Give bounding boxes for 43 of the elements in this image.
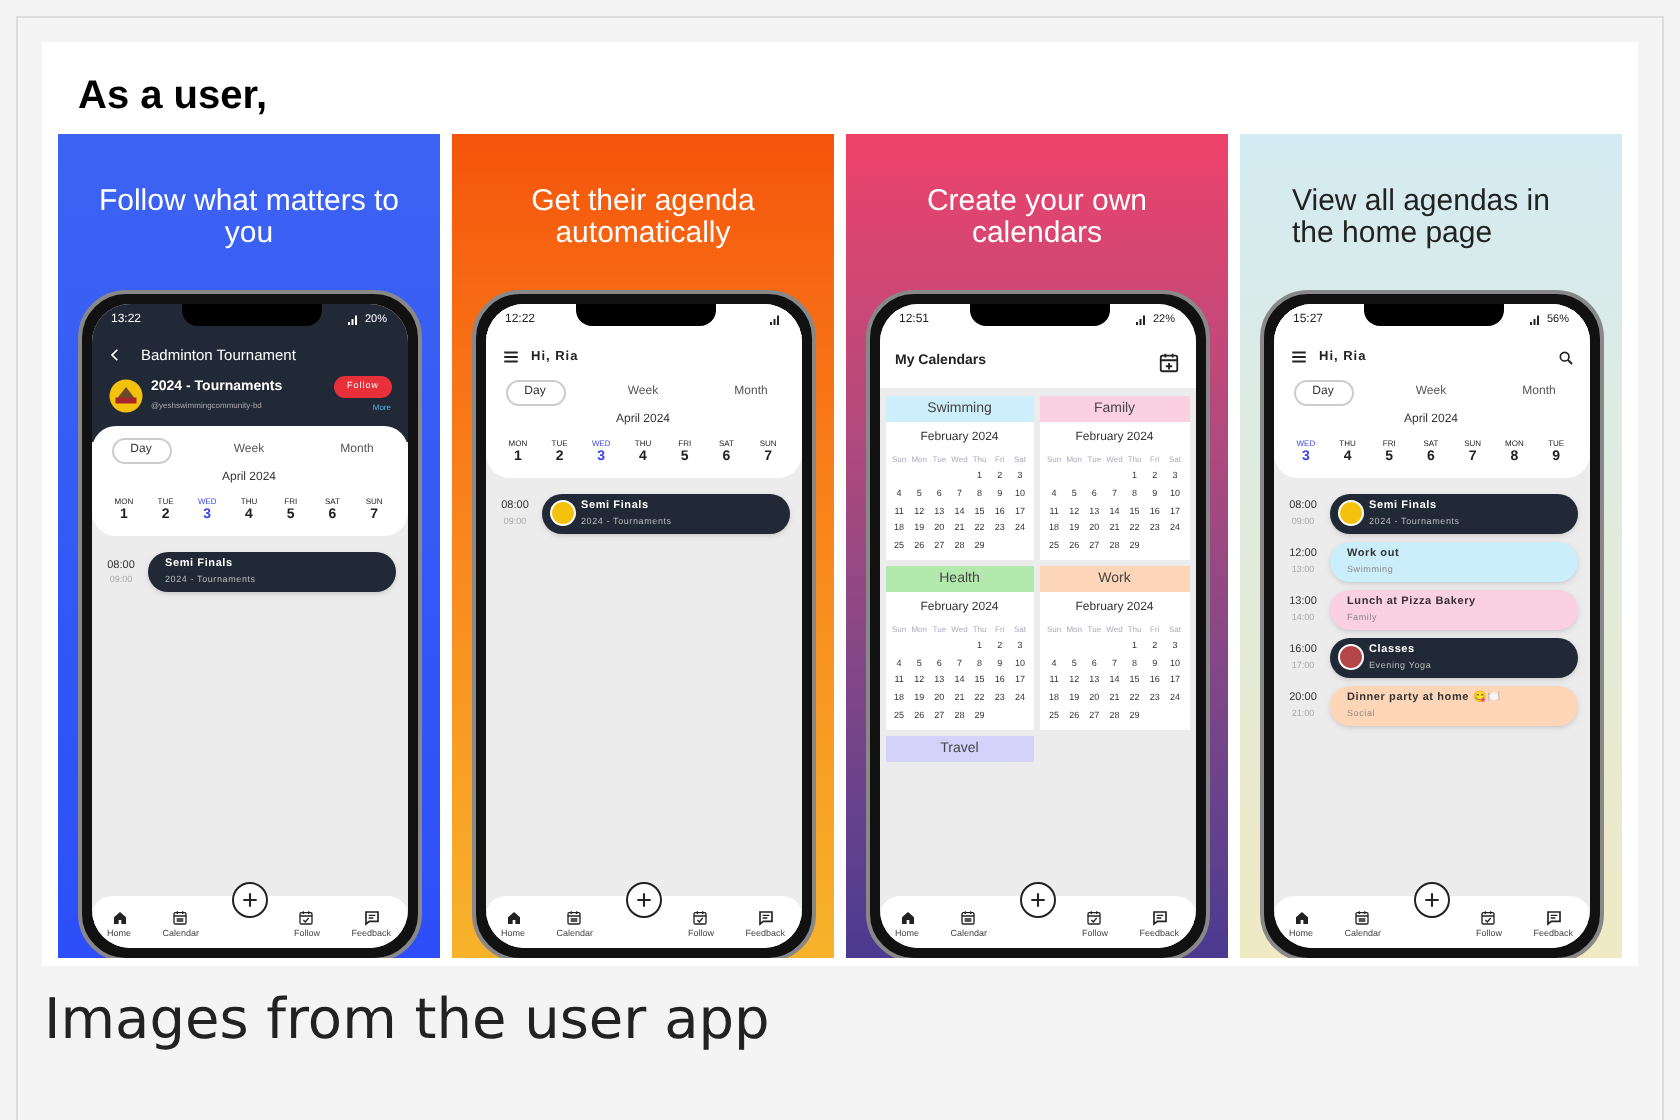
calendar-check-icon xyxy=(1480,910,1497,927)
home-icon xyxy=(1293,910,1309,927)
calendar-add-icon xyxy=(1157,351,1179,373)
calendar-icon xyxy=(960,910,977,927)
headline: Create your own calendars xyxy=(924,186,1150,250)
chat-icon xyxy=(1545,910,1562,927)
calendar-check-icon xyxy=(692,910,709,927)
badminton-logo-icon xyxy=(107,377,143,414)
calendar-check-icon xyxy=(298,910,315,927)
phone-notch xyxy=(181,304,321,326)
chat-icon xyxy=(757,910,774,927)
home-icon xyxy=(899,910,915,927)
home-icon xyxy=(111,910,127,927)
plus-icon xyxy=(239,890,259,910)
plus-icon xyxy=(1027,890,1047,910)
chat-icon xyxy=(1151,910,1168,927)
plus-icon xyxy=(633,890,653,910)
phone-notch xyxy=(1363,304,1503,326)
phone-notch xyxy=(575,304,715,326)
add-button[interactable] xyxy=(625,882,661,918)
phone-notch xyxy=(969,304,1109,326)
menu-icon xyxy=(501,348,519,367)
add-button[interactable] xyxy=(1019,882,1055,918)
menu-icon xyxy=(1289,348,1307,367)
signal-icon xyxy=(1134,314,1149,326)
calendar-icon xyxy=(566,910,583,927)
calendar-icon xyxy=(172,910,189,927)
add-button[interactable] xyxy=(231,882,267,918)
back-icon xyxy=(107,348,121,363)
calendar-icon xyxy=(1354,910,1371,927)
signal-icon xyxy=(346,314,361,326)
caption: Images from the user app xyxy=(44,984,772,1056)
plus-icon xyxy=(1421,890,1441,910)
signal-icon xyxy=(1528,314,1543,326)
home-icon xyxy=(505,910,521,927)
headline: Get their agenda automatically xyxy=(529,186,757,250)
chat-icon xyxy=(363,910,380,927)
heading: As a user, xyxy=(76,72,270,122)
headline: Follow what matters to you xyxy=(96,186,402,250)
calendar-check-icon xyxy=(1086,910,1103,927)
headline: View all agendas in the home page xyxy=(1290,186,1552,250)
signal-icon xyxy=(767,314,781,326)
add-button[interactable] xyxy=(1413,882,1449,918)
